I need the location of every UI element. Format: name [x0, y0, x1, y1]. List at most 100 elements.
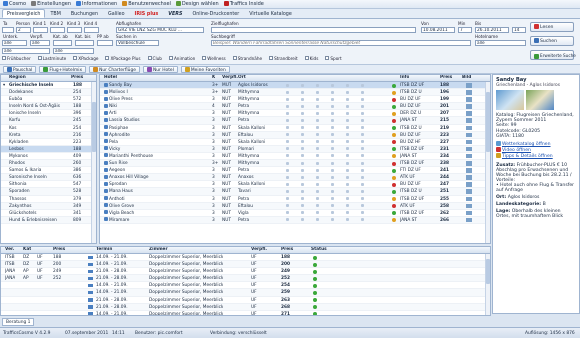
offer-column-header[interactable]: Ver. — [5, 247, 14, 253]
filter-checkbox-8[interactable]: Strandbreit — [269, 56, 298, 61]
detail-link-2[interactable]: Tipps & Details öffnen — [496, 153, 576, 159]
photo-icon[interactable] — [466, 111, 472, 116]
filter-checkbox-6[interactable]: Wellness — [202, 56, 226, 61]
max-input[interactable]: 14 — [512, 27, 526, 33]
region-row[interactable]: Glückshotels 341 — [1, 210, 96, 217]
region-row[interactable]: Sporaden 528 — [1, 188, 96, 196]
region-row[interactable]: Hund & Erlebnisreisen 809 — [1, 216, 96, 224]
photo-icon[interactable] — [466, 189, 472, 194]
hotel-column-header[interactable]: Verpfl. — [222, 75, 238, 81]
photo-icon[interactable] — [466, 217, 472, 223]
kategorie-select[interactable]: alle — [2, 48, 50, 54]
hotel-row[interactable]: Aphrodite 3 NUT Eftalou BU DZ UF 223 — [100, 131, 490, 139]
menu-item-1[interactable]: Einstellungen — [31, 1, 71, 7]
lesen-button[interactable]: Lesen — [530, 22, 574, 32]
kind2-input[interactable] — [50, 27, 65, 33]
hotel-row[interactable]: Arti 3 NUT Mithymna DER DZ U 207 — [100, 110, 490, 118]
region-row[interactable]: Saronische Inseln 636 — [1, 174, 96, 182]
kind1-input[interactable] — [33, 27, 48, 33]
hotel-row[interactable]: Vigla Beach 3 NUT Vigla ITSB DZ UF 262 — [100, 210, 490, 217]
offer-row[interactable]: ITSB DZ UF 188 14.09. - 21.09. Doppelzimmer S… — [1, 254, 490, 262]
advanced-search-button[interactable]: Erweiterte Suche — [530, 50, 576, 60]
toolbar-button-2[interactable]: Nur Charterflüge — [89, 65, 140, 73]
photo-icon[interactable] — [466, 125, 472, 131]
hotel-row[interactable]: Anthoti 3 NUT Petra ITSB DZ UF 255 — [100, 196, 490, 203]
menu-item-0[interactable]: Cosmo — [3, 1, 26, 7]
photo-icon[interactable] — [466, 139, 472, 145]
toolbar-button-1[interactable]: Flug+Hotelmix — [39, 65, 87, 73]
offer-column-header[interactable]: Kat — [23, 247, 31, 253]
verpfl-select[interactable]: alle — [30, 40, 50, 46]
tab-7[interactable]: Virtuelle Kataloge — [244, 9, 297, 18]
menu-item-5[interactable]: Traffics Inside — [223, 1, 264, 7]
photo-icon[interactable] — [466, 118, 472, 123]
kat-ab-select[interactable] — [53, 40, 72, 46]
photo-icon[interactable] — [466, 175, 472, 180]
region-row[interactable]: Ionische Inseln 396 — [1, 110, 96, 118]
filter-checkbox-10[interactable]: Sport — [325, 56, 342, 61]
photo-icon[interactable] — [466, 104, 472, 109]
hotel-row[interactable]: Sun Rise 3+ NUT Mithymna ITSB DZ UF 238 — [100, 160, 490, 168]
unterk-select[interactable]: alle — [2, 40, 27, 46]
toolbar-button-0[interactable]: Pauschal — [3, 65, 37, 73]
hotel-row[interactable]: Olive Press 3 NUT Mithymna BU DZ UF 199 — [100, 96, 490, 104]
consultation-tab[interactable]: Beratung 1 — [2, 318, 35, 326]
abflug-input[interactable]: GRZ VIE LNZ SZG MUC KLU ... — [116, 27, 204, 33]
photo-icon[interactable] — [466, 132, 472, 138]
offer-scrollbar[interactable] — [485, 254, 490, 315]
tab-4[interactable]: IRIS plus — [130, 9, 164, 18]
region-row[interactable]: Inseln Nord & Ost-Ägäis 188 — [1, 103, 96, 111]
menu-item-3[interactable]: Benutzerwechsel — [122, 1, 171, 7]
filter-checkbox-2[interactable]: XPackage — [73, 56, 98, 61]
expand-icon[interactable]: ▾ — [3, 82, 5, 89]
hotel-column-header[interactable]: Ort — [238, 75, 246, 81]
photo-icon[interactable] — [466, 182, 472, 187]
offer-row[interactable]: JANA AP UF 252 21.09. - 28.09. Doppelzimmer S… — [1, 275, 490, 283]
offer-column-header[interactable]: Status — [311, 247, 327, 253]
tab-6[interactable]: Online-Druckcenter — [187, 9, 244, 18]
region-row[interactable]: Korfu 245 — [1, 117, 96, 125]
hotel-image[interactable] — [496, 90, 524, 110]
checkbox-box[interactable] — [269, 56, 274, 60]
checkbox-box[interactable] — [37, 56, 42, 60]
photo-icon[interactable] — [466, 161, 472, 166]
min-input[interactable]: 7 — [458, 27, 472, 33]
region-scrollbar[interactable] — [91, 82, 96, 243]
kat-bis-select[interactable] — [75, 40, 94, 46]
offer-column-header[interactable]: Preis — [281, 247, 293, 253]
offer-row[interactable]: 14.09. - 21.09. Doppelzimmer Superior, Me… — [1, 282, 490, 290]
hotel-column-header[interactable]: K — [212, 75, 215, 81]
hotel-row[interactable]: Molivos I 3+ NUT Mithymna ITSB DZ U 196 — [100, 89, 490, 97]
hotel-row[interactable]: Sandy Bay 3+ MUT Aglos Isidoros ITSB DZ UF 18… — [100, 82, 490, 90]
tab-3[interactable]: Galileo — [103, 9, 130, 18]
bis-date-input[interactable]: 26.10.2011 — [475, 27, 509, 33]
filter-checkbox-5[interactable]: Animation — [168, 56, 195, 61]
region-row[interactable]: ▾ Griechische Inseln 188 — [1, 82, 96, 90]
hotelname-select[interactable]: alle — [475, 40, 526, 46]
hotel-column-header[interactable]: Preis — [440, 75, 452, 81]
region-row[interactable]: Rhodos 260 — [1, 160, 96, 168]
region-row[interactable]: Kykladen 223 — [1, 139, 96, 146]
region-row[interactable]: Lesbos 188 — [1, 145, 96, 153]
region-row[interactable]: Sithonia 547 — [1, 181, 96, 189]
tab-5[interactable]: VERS — [163, 9, 187, 18]
region-row[interactable]: Dodekanes 254 — [1, 89, 96, 97]
pp-ab-input[interactable] — [97, 40, 113, 46]
photo-icon[interactable] — [466, 97, 472, 102]
photo-icon[interactable] — [466, 153, 472, 159]
checkbox-box[interactable] — [147, 56, 152, 60]
hotel-row[interactable]: Lassia Studios 3 NUT Petra JANA ST 215 — [100, 117, 490, 125]
photo-icon[interactable] — [466, 203, 472, 209]
offer-column-header[interactable]: Termin — [96, 247, 112, 253]
checkbox-box[interactable] — [325, 56, 330, 60]
offer-row[interactable]: 21.09. - 28.09. Doppelzimmer Superior, Me… — [1, 303, 490, 311]
region-row[interactable]: Kos 254 — [1, 125, 96, 132]
toolbar-button-3[interactable]: Nur Hotel — [142, 65, 178, 73]
detail-link-label[interactable]: Tipps & Details öffnen — [502, 154, 553, 159]
offer-row[interactable]: 14.09. - 21.09. Doppelzimmer Superior, Me… — [1, 311, 490, 315]
offer-column-header[interactable]: Verpfl. — [251, 247, 267, 253]
region-select[interactable]: alle — [53, 48, 94, 54]
region-row[interactable]: Euböa 572 — [1, 96, 96, 104]
hotel-row[interactable]: Pela 3 NUT Skala Kalloni BU DZ HF 227 — [100, 139, 490, 146]
hotel-row[interactable]: Niki 4 NUT Petra BU DZ UF 201 — [100, 103, 490, 111]
